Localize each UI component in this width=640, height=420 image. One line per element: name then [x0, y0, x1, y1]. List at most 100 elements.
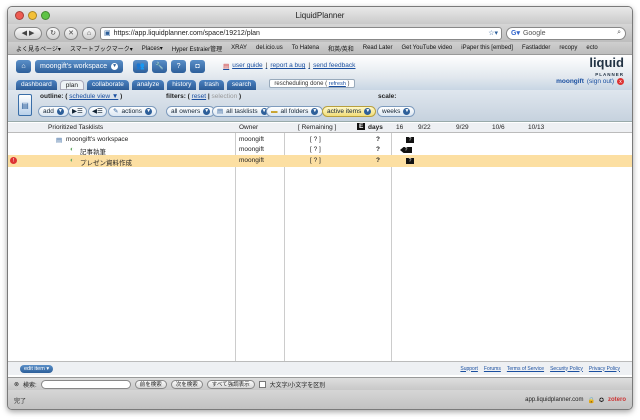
bookmark-item[interactable]: del.icio.us: [256, 45, 283, 51]
forums-link[interactable]: Forums: [484, 366, 501, 372]
minimize-window-button[interactable]: [28, 11, 37, 20]
all-owners-filter[interactable]: all owners ▼: [166, 106, 216, 117]
tab-plan[interactable]: plan: [59, 80, 85, 90]
zotero-button[interactable]: zotero: [608, 397, 626, 403]
add-button[interactable]: add ▼: [38, 106, 69, 117]
close-find-icon[interactable]: ⊗: [14, 381, 19, 388]
zoom-window-button[interactable]: [41, 11, 50, 20]
back-forward-button[interactable]: ◀ ▶: [14, 26, 42, 40]
gantt-bar[interactable]: ?: [400, 147, 412, 153]
bookmark-item[interactable]: Get YouTube video: [401, 45, 452, 51]
workspace-button[interactable]: moongift's workspace ▼: [35, 59, 124, 73]
alert-icon[interactable]: !: [10, 157, 17, 164]
bookmark-item[interactable]: XRAY: [231, 45, 247, 51]
bookmark-item[interactable]: 和英/英和: [328, 44, 354, 53]
bookmark-item[interactable]: Places▾: [142, 45, 163, 52]
bookmark-item[interactable]: スマートブックマーク▾: [70, 44, 133, 53]
indent-button[interactable]: ▶☰: [68, 106, 87, 117]
edit-item-button[interactable]: edit item ▾: [20, 364, 54, 373]
close-window-button[interactable]: [15, 11, 24, 20]
bookmark-item[interactable]: iPaper this [embed]: [461, 45, 513, 51]
people-icon[interactable]: 👥: [133, 59, 149, 73]
home-icon[interactable]: ⌂: [82, 26, 96, 40]
header-owner[interactable]: Owner: [239, 124, 258, 131]
schedule-view-link[interactable]: schedule view ▼: [69, 93, 118, 100]
bookmark-item[interactable]: Read Later: [363, 45, 393, 51]
find-next-button[interactable]: 次を検索: [170, 379, 203, 389]
header-tasks[interactable]: Prioritized Tasklists: [48, 124, 103, 131]
header-days[interactable]: days: [368, 124, 383, 131]
sign-out-link[interactable]: (sign out): [587, 78, 614, 85]
close-icon[interactable]: x: [617, 78, 624, 85]
gantt-bar[interactable]: ?: [406, 137, 414, 143]
bookmark-item[interactable]: To Hatena: [292, 45, 319, 51]
outlook-icon[interactable]: ◘: [190, 59, 206, 73]
home-icon[interactable]: ⌂: [16, 59, 31, 73]
tab-trash[interactable]: trash: [199, 80, 224, 90]
actions-button[interactable]: ✎ actions ▼: [108, 106, 158, 117]
footer-links: Support Forums Terms of Service Security…: [460, 366, 620, 372]
tab-analyze[interactable]: analyze: [131, 80, 165, 90]
outdent-button[interactable]: ◀☰: [88, 106, 107, 117]
reload-icon[interactable]: ↻: [46, 26, 60, 40]
bookmark-item[interactable]: Fastladder: [522, 45, 550, 51]
extension-icon[interactable]: ✪: [599, 397, 604, 404]
table-row-selected[interactable]: ! ◐ プレゼン資料作成 moongift [ ? ] ? ?: [8, 155, 632, 167]
wrench-icon[interactable]: 🔧: [152, 59, 168, 73]
support-link[interactable]: Support: [460, 366, 478, 372]
tab-collaborate[interactable]: collaborate: [87, 80, 129, 90]
bookmark-star-icon[interactable]: ☆▾: [488, 29, 498, 37]
highlight-all-button[interactable]: すべて強調表示: [206, 379, 255, 389]
find-input[interactable]: [40, 379, 131, 389]
outline-text: outline:: [40, 93, 64, 100]
bookmark-item[interactable]: recopy: [559, 45, 577, 51]
view-toggle-icon[interactable]: ▤: [18, 94, 32, 116]
status-bar: 完了 app.liquidplanner.com 🔒 ✪ zotero: [8, 390, 632, 409]
task-name[interactable]: moongift's workspace: [66, 136, 128, 143]
status-host: app.liquidplanner.com: [525, 397, 584, 403]
user-guide-link[interactable]: user guide: [232, 62, 262, 70]
workspace-icon: ▤: [56, 137, 63, 144]
all-folders-filter[interactable]: ▬ all folders ▼: [266, 106, 324, 117]
terms-link[interactable]: Terms of Service: [507, 366, 544, 372]
bookmark-item[interactable]: よく見るページ▾: [16, 44, 61, 53]
app-header: ⌂ moongift's workspace ▼ 👥 🔧 ? ◘ ▤ user …: [8, 55, 632, 77]
all-tasklists-filter[interactable]: ▤ all tasklists ▼: [212, 106, 273, 117]
header-remaining[interactable]: [ Remaining ]: [298, 124, 336, 131]
report-bug-link[interactable]: report a bug: [270, 62, 305, 70]
security-link[interactable]: Security Policy: [550, 366, 583, 372]
tab-dashboard[interactable]: dashboard: [16, 80, 57, 90]
url-bar[interactable]: ▣ https://app.liquidplanner.com/space/19…: [100, 26, 502, 40]
help-icon[interactable]: ?: [171, 59, 187, 73]
grid-header: Prioritized Tasklists Owner [ Remaining …: [8, 123, 632, 133]
task-remaining[interactable]: [ ? ]: [310, 136, 321, 143]
filters-text: filters:: [166, 93, 186, 100]
tab-history[interactable]: history: [167, 80, 197, 90]
active-items-filter[interactable]: active items ▼: [322, 106, 377, 117]
task-remaining[interactable]: [ ? ]: [310, 157, 321, 164]
plan-toolbar: ▤ outline: ( schedule view ▼ ) filters: …: [8, 90, 632, 122]
date-label: 9/22: [418, 124, 431, 131]
weeks-scale-button[interactable]: weeks ▼: [377, 106, 416, 117]
search-box[interactable]: G▾ Google ⌕: [506, 26, 626, 40]
table-row[interactable]: ▤ moongift's workspace moongift [ ? ] ? …: [8, 135, 632, 145]
task-remaining[interactable]: [ ? ]: [310, 146, 321, 153]
magnifier-icon[interactable]: ⌕: [617, 29, 621, 37]
find-prev-button[interactable]: 前を検索: [134, 379, 167, 389]
refresh-link[interactable]: refresh: [329, 81, 346, 87]
task-name[interactable]: プレゼン資料作成: [80, 157, 132, 167]
table-row[interactable]: ◐ 記事執筆 moongift [ ? ] ? ?: [8, 145, 632, 156]
privacy-link[interactable]: Privacy Policy: [589, 366, 620, 372]
web-page: ⌂ moongift's workspace ▼ 👥 🔧 ? ◘ ▤ user …: [8, 55, 632, 377]
bookmark-item[interactable]: ecto: [586, 45, 597, 51]
edit-item-label: edit item: [24, 365, 45, 372]
chevron-down-icon: ▼: [311, 108, 319, 115]
send-feedback-link[interactable]: send feedback: [313, 62, 355, 70]
stop-icon[interactable]: ✕: [64, 26, 78, 40]
match-case-checkbox[interactable]: [258, 380, 266, 388]
bookmark-item[interactable]: Hyper Estraier管理: [172, 44, 222, 53]
filters-reset-link[interactable]: reset: [192, 93, 206, 100]
tab-search[interactable]: search: [226, 80, 257, 90]
gantt-bar[interactable]: ?: [406, 158, 414, 164]
outdent-icon: ◀☰: [92, 108, 103, 115]
